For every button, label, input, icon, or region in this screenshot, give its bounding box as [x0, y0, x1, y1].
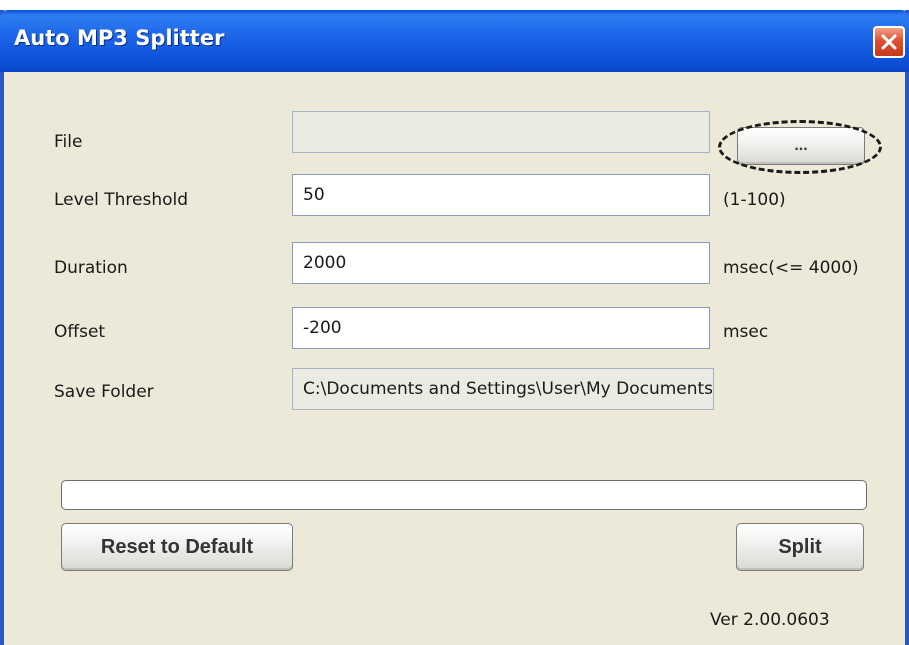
- save-folder-label: Save Folder: [54, 382, 154, 402]
- level-threshold-label: Level Threshold: [54, 190, 189, 210]
- file-path-field[interactable]: [292, 111, 710, 153]
- reset-button-label: Reset to Default: [100, 535, 254, 558]
- highlight-ring: [718, 120, 882, 174]
- file-label: File: [54, 132, 83, 152]
- app-window: Auto MP3 Splitter File ... Level Thresho…: [0, 10, 909, 645]
- level-threshold-unit: (1-100): [723, 190, 786, 210]
- title-bar[interactable]: Auto MP3 Splitter: [0, 10, 909, 72]
- split-button[interactable]: Split: [736, 523, 864, 571]
- save-folder-field[interactable]: C:\Documents and Settings\User\My Docume…: [292, 368, 714, 410]
- duration-unit: msec(<= 4000): [723, 258, 859, 278]
- offset-input[interactable]: -200: [292, 307, 710, 349]
- offset-unit: msec: [723, 322, 769, 342]
- duration-label: Duration: [54, 258, 128, 278]
- split-progress-bar: [61, 480, 867, 510]
- window-title: Auto MP3 Splitter: [14, 26, 225, 50]
- offset-label: Offset: [54, 322, 106, 342]
- duration-input[interactable]: 2000: [292, 242, 710, 284]
- version-label: Ver 2.00.0603: [710, 610, 830, 630]
- split-button-label: Split: [778, 535, 822, 558]
- close-icon: [881, 34, 897, 50]
- level-threshold-input[interactable]: 50: [292, 174, 710, 216]
- reset-to-default-button[interactable]: Reset to Default: [61, 523, 293, 571]
- close-button[interactable]: [873, 26, 905, 58]
